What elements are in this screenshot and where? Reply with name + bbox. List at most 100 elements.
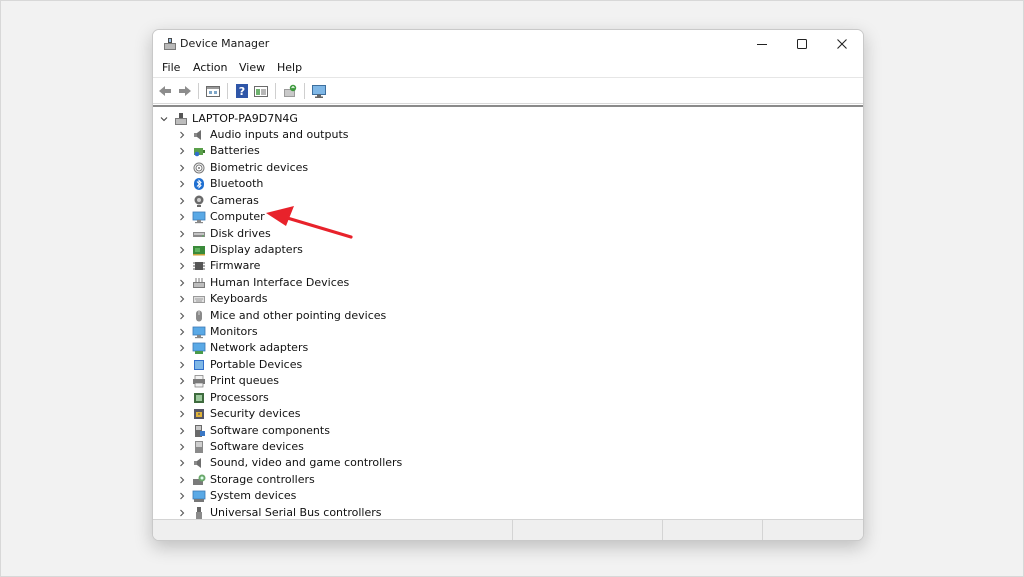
- close-icon: [837, 39, 847, 49]
- tree-item[interactable]: Audio inputs and outputs: [177, 127, 349, 143]
- menu-action[interactable]: Action: [193, 61, 227, 75]
- chevron-right-icon[interactable]: [177, 179, 187, 189]
- chevron-right-icon[interactable]: [177, 442, 187, 452]
- forward-arrow-icon[interactable]: [177, 83, 193, 99]
- tree-item-label: Audio inputs and outputs: [210, 128, 349, 141]
- battery-icon: [194, 148, 205, 157]
- tree-item-label: Mice and other pointing devices: [210, 308, 387, 322]
- chevron-right-icon[interactable]: [177, 146, 187, 156]
- tree-item-label: Software devices: [210, 439, 304, 453]
- tree-item[interactable]: Network adapters: [177, 340, 308, 356]
- tree-item[interactable]: Processors: [177, 390, 269, 406]
- close-button[interactable]: [821, 30, 863, 58]
- tree-item[interactable]: Universal Serial Bus controllers: [177, 505, 381, 519]
- tree-item-label: Portable Devices: [210, 357, 303, 371]
- hid-icon: [193, 277, 205, 288]
- show-hide-icon[interactable]: [253, 83, 269, 99]
- minimize-icon: [757, 44, 767, 45]
- chip-icon: [193, 262, 205, 271]
- toolbar: ?: [153, 78, 863, 104]
- help-icon[interactable]: ?: [234, 83, 250, 99]
- tree-root-label: LAPTOP-PA9D7N4G: [192, 112, 298, 125]
- chevron-right-icon[interactable]: [177, 261, 187, 271]
- chevron-right-icon[interactable]: [177, 393, 187, 403]
- device-tree: LAPTOP-PA9D7N4G Audio inputs and outputs…: [153, 105, 863, 519]
- tree-item[interactable]: Cameras: [177, 193, 259, 209]
- maximize-button[interactable]: [781, 30, 823, 58]
- tree-item[interactable]: Batteries: [177, 143, 260, 159]
- chevron-right-icon[interactable]: [177, 130, 187, 140]
- chevron-right-icon[interactable]: [177, 458, 187, 468]
- scan-hardware-icon[interactable]: [311, 83, 327, 99]
- status-cell: [662, 520, 762, 540]
- display-adapter-icon: [193, 245, 205, 256]
- minimize-button[interactable]: [741, 30, 783, 58]
- tree-item[interactable]: Computer: [177, 209, 265, 225]
- chevron-right-icon[interactable]: [177, 196, 187, 206]
- device-manager-app-icon: [164, 38, 176, 50]
- chevron-right-icon[interactable]: [177, 426, 187, 436]
- update-driver-icon[interactable]: [282, 83, 298, 99]
- properties-icon[interactable]: [205, 83, 221, 99]
- menu-help[interactable]: Help: [277, 61, 302, 75]
- security-icon: [194, 409, 204, 420]
- tree-item[interactable]: Bluetooth: [177, 176, 263, 192]
- tree-item-label: Cameras: [210, 193, 259, 207]
- menu-view[interactable]: View: [239, 61, 265, 75]
- tree-item[interactable]: Storage controllers: [177, 472, 315, 488]
- status-cell: [512, 520, 662, 540]
- svg-text:?: ?: [239, 85, 245, 98]
- back-arrow-icon[interactable]: [157, 83, 173, 99]
- tree-item[interactable]: Software components: [177, 423, 330, 439]
- tree-item[interactable]: Security devices: [177, 406, 301, 422]
- tree-item-label: Human Interface Devices: [210, 275, 350, 289]
- chevron-right-icon[interactable]: [177, 245, 187, 255]
- chevron-right-icon[interactable]: [177, 163, 187, 173]
- menu-file[interactable]: File: [162, 61, 180, 75]
- chevron-right-icon[interactable]: [177, 311, 187, 321]
- tree-item[interactable]: Firmware: [177, 258, 260, 274]
- chevron-right-icon[interactable]: [177, 212, 187, 222]
- tree-item[interactable]: Biometric devices: [177, 160, 308, 176]
- speaker-icon: [194, 130, 201, 140]
- tree-item[interactable]: Keyboards: [177, 291, 267, 307]
- chevron-right-icon[interactable]: [177, 278, 187, 288]
- tree-item-label: Universal Serial Bus controllers: [210, 505, 382, 519]
- title-bar[interactable]: Device Manager: [153, 30, 863, 58]
- chevron-right-icon[interactable]: [177, 229, 187, 239]
- chevron-down-icon[interactable]: [159, 114, 169, 124]
- keyboard-icon: [193, 296, 205, 304]
- toolbar-separator: [227, 83, 228, 99]
- tree-item-label: Processors: [210, 390, 269, 404]
- tree-item[interactable]: Human Interface Devices: [177, 275, 349, 291]
- tree-item[interactable]: Sound, video and game controllers: [177, 455, 402, 471]
- chevron-right-icon[interactable]: [177, 409, 187, 419]
- tree-item-label: Software components: [210, 423, 330, 437]
- tree-item[interactable]: Print queues: [177, 373, 279, 389]
- tree-item[interactable]: Disk drives: [177, 226, 271, 242]
- chevron-right-icon[interactable]: [177, 475, 187, 485]
- chevron-right-icon[interactable]: [177, 508, 187, 518]
- usb-icon: [196, 506, 202, 519]
- camera-icon: [194, 195, 204, 207]
- disk-drive-icon: [193, 231, 205, 237]
- chevron-right-icon[interactable]: [177, 343, 187, 353]
- window-title: Device Manager: [180, 37, 270, 50]
- tree-root-node[interactable]: LAPTOP-PA9D7N4G: [159, 111, 298, 127]
- tree-item[interactable]: Portable Devices: [177, 357, 302, 373]
- chevron-right-icon[interactable]: [177, 327, 187, 337]
- chevron-right-icon[interactable]: [177, 376, 187, 386]
- tree-item[interactable]: Mice and other pointing devices: [177, 308, 386, 324]
- system-icon: [192, 490, 206, 503]
- tree-item[interactable]: Monitors: [177, 324, 258, 340]
- maximize-icon: [797, 39, 807, 49]
- tree-item[interactable]: Software devices: [177, 439, 304, 455]
- toolbar-separator: [304, 83, 305, 99]
- chevron-right-icon[interactable]: [177, 491, 187, 501]
- chevron-right-icon[interactable]: [177, 294, 187, 304]
- tree-item-label: Bluetooth: [210, 177, 264, 191]
- tree-item[interactable]: System devices: [177, 488, 296, 504]
- tree-item[interactable]: Display adapters: [177, 242, 303, 258]
- chevron-right-icon[interactable]: [177, 360, 187, 370]
- printer-icon: [193, 375, 205, 388]
